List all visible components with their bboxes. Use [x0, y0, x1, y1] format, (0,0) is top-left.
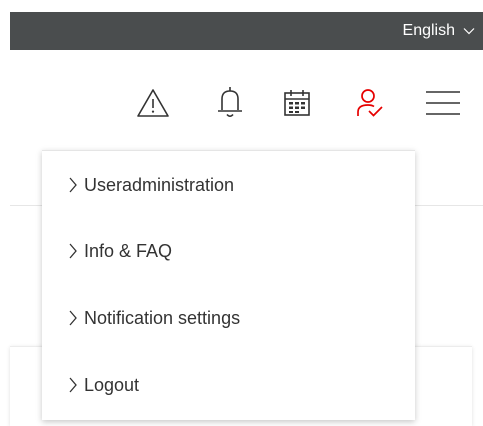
menu-item-logout[interactable]: Logout [42, 352, 415, 418]
user-check-icon [357, 89, 383, 117]
calendar-icon [284, 90, 310, 116]
alerts-button[interactable] [133, 83, 173, 123]
chevron-right-icon [69, 377, 77, 393]
bell-icon [218, 87, 242, 118]
chevron-right-icon [69, 177, 77, 193]
hamburger-menu-icon [426, 91, 460, 115]
menu-item-label: Logout [84, 374, 140, 395]
language-bar: English [10, 12, 483, 50]
menu-item-label: Info & FAQ [84, 240, 173, 261]
page: English Useradministration Info & FAQ No… [0, 0, 483, 426]
user-dropdown-menu: Useradministration Info & FAQ Notificati… [42, 150, 415, 420]
warning-icon [137, 89, 169, 117]
language-selector-label: English [402, 22, 455, 39]
notifications-button[interactable] [210, 83, 250, 123]
calendar-button[interactable] [277, 83, 317, 123]
chevron-right-icon [69, 310, 77, 326]
chevron-down-icon [463, 28, 475, 35]
menu-item-info-faq[interactable]: Info & FAQ [42, 218, 415, 284]
hamburger-menu-button[interactable] [423, 83, 463, 123]
language-selector[interactable]: English [403, 12, 475, 50]
chevron-right-icon [69, 243, 77, 259]
menu-item-notification-settings[interactable]: Notification settings [42, 285, 415, 351]
menu-item-label: Notification settings [84, 307, 241, 328]
user-account-button[interactable] [350, 83, 390, 123]
menu-item-label: Useradministration [84, 174, 235, 195]
header [10, 50, 483, 150]
menu-item-useradministration[interactable]: Useradministration [42, 152, 415, 218]
